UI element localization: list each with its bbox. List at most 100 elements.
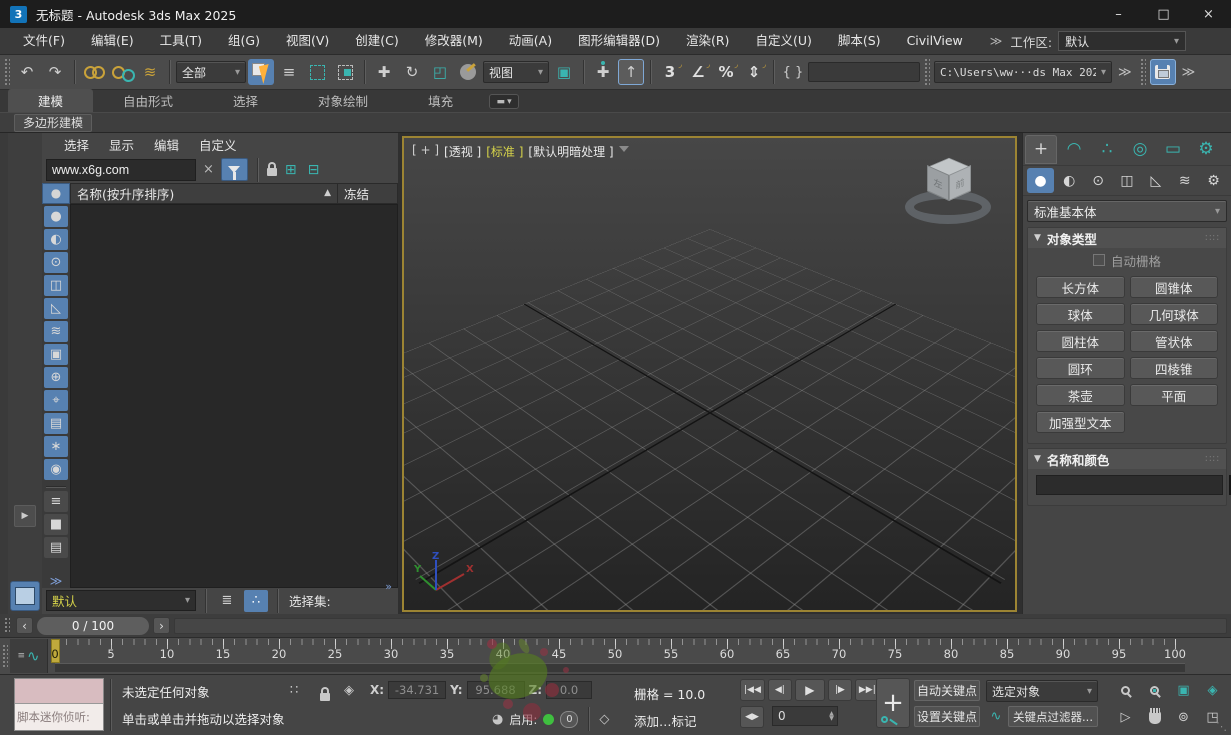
ribbon-tab-3[interactable]: 对象绘制 <box>288 89 398 112</box>
menu-item-3[interactable]: 组(G) <box>215 28 273 54</box>
category-helpers[interactable]: ◺ <box>1142 168 1169 193</box>
create-torus-button[interactable]: 圆环 <box>1036 357 1125 379</box>
bind-to-space-warp-icon[interactable]: ≋ <box>137 59 163 85</box>
lock-explorer-icon[interactable] <box>266 162 277 177</box>
y-coord-field[interactable]: 95.688 <box>466 681 525 699</box>
create-cylinder-button[interactable]: 圆柱体 <box>1036 330 1125 352</box>
menu-item-4[interactable]: 视图(V) <box>273 28 342 54</box>
create-plane-button[interactable]: 平面 <box>1129 384 1218 406</box>
tab-display[interactable]: ▭ <box>1157 135 1189 164</box>
category-geometry[interactable]: ● <box>1027 168 1054 193</box>
viewport-menu-general[interactable]: [ + ] <box>412 143 439 160</box>
open-mini-curve-editor-button[interactable]: ≡ ∿ <box>10 639 48 673</box>
hierarchy-view-button[interactable]: ∴ <box>244 589 268 612</box>
display-mode-button[interactable] <box>10 581 40 611</box>
create-cone-button[interactable]: 圆锥体 <box>1129 276 1218 298</box>
explorer-search-input[interactable] <box>46 158 196 181</box>
create-teapot-button[interactable]: 茶壶 <box>1036 384 1125 406</box>
menu-item-8[interactable]: 图形编辑器(D) <box>565 28 673 54</box>
dock-drag-handle[interactable] <box>0 133 8 614</box>
menu-item-5[interactable]: 创建(C) <box>342 28 411 54</box>
time-slider-track[interactable] <box>174 617 1227 634</box>
time-slider-handle[interactable]: 0 / 100 <box>37 616 149 635</box>
workspace-dropdown[interactable]: 默认 ▾ <box>1058 31 1187 51</box>
collapse-hierarchy-icon[interactable]: ⊟ <box>305 162 323 178</box>
select-and-scale-button[interactable]: ◰ <box>427 59 453 85</box>
menu-item-2[interactable]: 工具(T) <box>147 28 215 54</box>
per-view-filter-icon[interactable] <box>618 146 629 152</box>
tab-motion[interactable]: ◎ <box>1124 135 1156 164</box>
timeline-tick-80[interactable]: 80 <box>944 647 959 661</box>
filter-geometry-icon[interactable]: ● <box>44 205 68 227</box>
freeze-column-header[interactable]: 冻结 <box>338 182 398 204</box>
selection-lock-toggle[interactable] <box>320 687 330 701</box>
angle-snap-toggle-button[interactable]: ∠ <box>685 59 711 85</box>
menu-item-12[interactable]: CivilView <box>894 28 976 54</box>
object-type-rollout-header[interactable]: ▼ 对象类型 ∷∷ <box>1028 228 1226 248</box>
ribbon-minimize-dropdown[interactable]: ▬ ▾ <box>489 94 520 109</box>
select-and-place-button[interactable] <box>455 59 481 85</box>
previous-frame-button[interactable]: ◀| <box>767 679 792 701</box>
timeline-tick-45[interactable]: 45 <box>552 647 567 661</box>
menu-item-7[interactable]: 动画(A) <box>496 28 565 54</box>
use-selection-center-button[interactable]: ↑ <box>618 59 644 85</box>
window-resize-grip[interactable]: ⋱ <box>1216 720 1227 733</box>
polygon-modeling-panel-button[interactable]: 多边形建模 <box>14 113 93 132</box>
category-lights[interactable]: ⊙ <box>1085 168 1112 193</box>
filter-visibility-icon[interactable]: ◉ <box>44 458 68 480</box>
expand-panel-button[interactable]: ▶ <box>14 505 36 527</box>
timeline-tick-40[interactable]: 40 <box>496 647 511 661</box>
go-to-start-button[interactable]: |◀◀ <box>740 679 765 701</box>
x-coord-field[interactable]: -34.731 <box>388 681 447 699</box>
timeline-tick-25[interactable]: 25 <box>328 647 343 661</box>
absolute-offset-mode-toggle[interactable]: ◈ <box>344 683 354 698</box>
listener-macro-pane[interactable] <box>15 679 103 704</box>
auto-key-button[interactable]: 自动关键点 <box>914 680 980 701</box>
menu-item-11[interactable]: 脚本(S) <box>825 28 894 54</box>
named-selection-input[interactable] <box>808 62 920 82</box>
undo-button[interactable]: ↶ <box>14 59 40 85</box>
explorer-menu-0[interactable]: 选择 <box>54 135 99 154</box>
filter-ik-chains-icon[interactable]: ⌖ <box>44 389 68 411</box>
ribbon-tab-0[interactable]: 建模 <box>8 89 94 112</box>
play-button[interactable]: ▶ <box>794 679 825 701</box>
timeline-tick-100[interactable]: 100 <box>1164 647 1186 661</box>
key-filters-button[interactable]: 关键点过滤器... <box>1008 706 1098 727</box>
timeline-tick-10[interactable]: 10 <box>160 647 175 661</box>
geometry-class-dropdown[interactable]: 标准基本体 ▾ <box>1027 200 1227 222</box>
time-slider-drag-handle[interactable] <box>4 617 10 634</box>
tab-hierarchy[interactable]: ∴ <box>1091 135 1123 164</box>
create-tube-button[interactable]: 管状体 <box>1129 330 1218 352</box>
select-and-move-button[interactable]: ✚ <box>371 59 397 85</box>
create-geosphere-button[interactable]: 几何球体 <box>1129 303 1218 325</box>
next-frame-button[interactable]: |▶ <box>827 679 852 701</box>
timeline-tick-15[interactable]: 15 <box>216 647 231 661</box>
timeline-tick-90[interactable]: 90 <box>1056 647 1071 661</box>
reference-coordinate-dropdown[interactable]: 视图 ▾ <box>483 61 549 83</box>
timeline-ruler[interactable]: 0 5 10 15 20 25 30 35 40 45 50 55 60 65 70 75 80 85 90 95 10… <box>51 638 1186 664</box>
set-key-button[interactable]: 设置关键点 <box>914 706 980 727</box>
view-cube[interactable]: 左 前 <box>903 154 995 232</box>
menu-item-9[interactable]: 渲染(R) <box>673 28 742 54</box>
clear-search-icon[interactable]: × <box>201 162 216 177</box>
filter-all-objects-icon[interactable]: ▣ <box>44 343 68 365</box>
category-shapes[interactable]: ◐ <box>1056 168 1083 193</box>
timeline-tick-0[interactable]: 0 <box>51 647 58 661</box>
layers-view-button[interactable]: ≣ <box>215 590 239 612</box>
selection-lock-region-icon[interactable]: ∷ <box>290 683 298 698</box>
filter-lights-icon[interactable]: ⊙ <box>44 251 68 273</box>
rollout-grip-icon[interactable]: ∷∷ <box>1205 454 1220 465</box>
named-selection-sets-button[interactable]: { } <box>780 59 806 85</box>
object-name-input[interactable] <box>1036 475 1223 495</box>
redo-button[interactable]: ↷ <box>42 59 68 85</box>
spinner-snap-toggle-button[interactable]: ⇕ <box>741 59 767 85</box>
rollout-grip-icon[interactable]: ∷∷ <box>1205 233 1220 244</box>
timeline-tick-65[interactable]: 65 <box>776 647 791 661</box>
list-view-icon[interactable]: ≡ <box>44 490 68 512</box>
category-cameras[interactable]: ◫ <box>1114 168 1141 193</box>
percent-snap-toggle-button[interactable]: % <box>713 59 739 85</box>
add-time-tag-button[interactable]: 添加…标记 <box>634 711 697 730</box>
select-object-button[interactable] <box>248 59 274 85</box>
material-view-icon[interactable]: ■ <box>44 513 68 535</box>
filter-particle-systems-icon[interactable]: ∗ <box>44 435 68 457</box>
